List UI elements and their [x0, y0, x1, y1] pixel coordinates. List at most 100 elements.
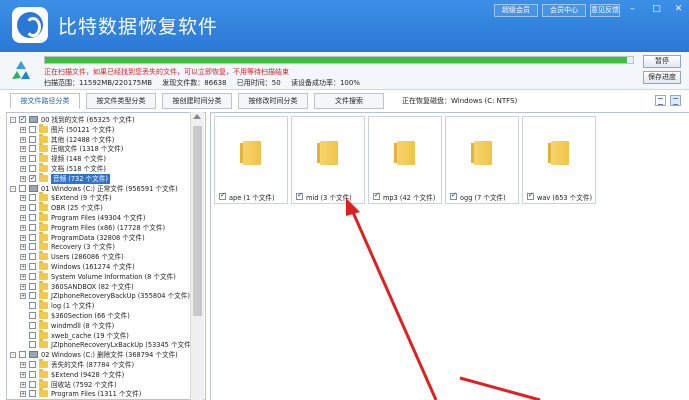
tab-by-path[interactable]: 按文件路径分类 — [10, 93, 80, 109]
tree-row[interactable]: + 视频 (148 个文件) — [7, 153, 195, 164]
tree-row[interactable]: JZIphoneRecoveryLxBackUp (53345 个文件) — [7, 339, 195, 350]
tree-checkbox[interactable] — [29, 155, 36, 163]
tree-checkbox[interactable] — [29, 390, 36, 398]
tree-row[interactable]: + 音频 (732 个文件) — [7, 172, 195, 184]
tree-row[interactable]: + $Extend (9 个文件) — [7, 192, 195, 203]
expand-icon[interactable]: + — [20, 371, 26, 378]
tree-row[interactable]: + Program Files (49304 个文件) — [7, 212, 195, 223]
tree-checkbox[interactable] — [29, 282, 36, 290]
tree-row[interactable]: + Recovery (3 个文件) — [7, 241, 195, 252]
tree-checkbox[interactable] — [29, 361, 36, 368]
collapse-icon[interactable]: - — [10, 352, 16, 359]
tree-checkbox[interactable] — [19, 351, 26, 359]
tree-checkbox[interactable] — [29, 214, 36, 221]
tree-checkbox[interactable] — [29, 165, 36, 172]
collapse-icon[interactable]: - — [10, 117, 16, 123]
tab-by-type[interactable]: 按文件类型分类 — [86, 93, 156, 109]
tree-checkbox[interactable] — [29, 272, 36, 280]
tree-checkbox[interactable] — [29, 292, 36, 300]
card-checkbox[interactable] — [373, 191, 380, 200]
tree-checkbox[interactable] — [29, 223, 36, 231]
expand-icon[interactable]: + — [20, 391, 26, 398]
grid-view-icon[interactable] — [670, 95, 681, 106]
tree-checkbox[interactable] — [29, 263, 36, 270]
member-center-button[interactable]: 会员中心 — [542, 4, 586, 17]
tree-row[interactable]: - 02 Windows (C:) 删除文件 (368794 个文件) — [7, 350, 195, 360]
card-checkbox[interactable] — [219, 191, 226, 200]
expand-icon[interactable]: + — [20, 293, 26, 300]
expand-icon[interactable]: + — [20, 254, 26, 261]
file-type-card[interactable]: mid (3 个文件) — [291, 116, 365, 204]
tree-row[interactable]: + Windows (161274 个文件) — [7, 261, 195, 272]
tree-checkbox[interactable] — [29, 341, 36, 349]
expand-icon[interactable]: + — [20, 264, 26, 270]
expand-icon[interactable]: + — [20, 224, 26, 231]
tree-row[interactable]: + $Extend (9428 个文件) — [7, 368, 195, 380]
file-type-card[interactable]: mp3 (42 个文件) — [368, 116, 442, 204]
tab-by-created[interactable]: 按创建时间分类 — [162, 93, 232, 109]
expand-icon[interactable]: + — [20, 273, 26, 280]
tree-checkbox[interactable] — [19, 184, 26, 192]
card-checkbox[interactable] — [296, 191, 303, 200]
tree-row[interactable]: + 压缩文件 (1318 个文件) — [7, 143, 195, 154]
maximize-icon[interactable]: □ — [650, 4, 663, 16]
expand-icon[interactable]: + — [20, 146, 26, 153]
tree-checkbox[interactable] — [29, 194, 36, 202]
expand-icon[interactable]: + — [20, 381, 26, 388]
tree-row[interactable]: + ProgramData (32808 个文件) — [7, 231, 195, 243]
expand-icon[interactable]: + — [20, 136, 26, 143]
tree-row[interactable]: - 00 找到的文件 (65325 个文件) — [7, 114, 195, 125]
tree-checkbox[interactable] — [29, 233, 36, 241]
tree-row[interactable]: + Program Files (1311 个文件) — [7, 388, 195, 399]
file-type-card[interactable]: ape (1 个文件) — [214, 116, 288, 204]
tree-row[interactable]: xweb_cache (19 个文件) — [7, 329, 195, 341]
tree-row[interactable]: windmdll (8 个文件) — [7, 319, 195, 331]
scroll-thumb[interactable] — [193, 126, 202, 316]
tree-row[interactable]: - 01 Windows (C:) 正常文件 (956591 个文件) — [7, 184, 195, 194]
tree-checkbox[interactable] — [29, 331, 36, 339]
expand-icon[interactable]: + — [20, 156, 26, 163]
tree-checkbox[interactable] — [29, 135, 36, 143]
tree-row[interactable]: $360Section (66 个文件) — [7, 310, 195, 321]
tree-checkbox[interactable] — [29, 380, 36, 388]
tree-row[interactable]: + Program Files (x86) (17728 个文件) — [7, 221, 195, 233]
tree-checkbox[interactable] — [29, 204, 36, 212]
tab-by-modified[interactable]: 按修改时间分类 — [238, 93, 308, 109]
card-checkbox[interactable] — [527, 191, 534, 200]
expand-icon[interactable]: + — [20, 205, 26, 212]
tree-scrollbar[interactable] — [190, 112, 204, 400]
feedback-button[interactable]: 意见反馈 — [590, 4, 620, 17]
scroll-up-icon[interactable] — [193, 114, 201, 119]
pause-button[interactable]: 暂停 — [643, 55, 681, 68]
tree-checkbox[interactable] — [29, 370, 36, 378]
save-progress-button[interactable]: 保存进度 — [643, 71, 681, 84]
tree-checkbox[interactable] — [29, 321, 36, 329]
tree-checkbox[interactable] — [29, 312, 36, 319]
tree-checkbox[interactable] — [29, 145, 36, 153]
expand-icon[interactable]: + — [20, 126, 26, 133]
collapse-icon[interactable]: - — [10, 185, 16, 192]
card-checkbox[interactable] — [450, 191, 457, 200]
file-type-card[interactable]: ogg (7 个文件) — [445, 116, 519, 204]
tree-row[interactable]: + System Volume Information (8 个文件) — [7, 270, 195, 282]
tree-checkbox[interactable] — [29, 302, 36, 310]
close-icon[interactable]: ✕ — [672, 4, 685, 16]
tree-row[interactable]: + JZIphoneRecoveryBackUp (355804 个文件) — [7, 290, 195, 301]
expand-icon[interactable]: + — [20, 362, 26, 368]
tree-row[interactable]: +360SANDBOX (82 个文件) — [7, 280, 195, 292]
expand-icon[interactable]: + — [20, 283, 26, 290]
super-member-button[interactable]: 超级会员 — [494, 4, 538, 17]
minimize-icon[interactable]: – — [626, 4, 639, 16]
tree-row[interactable]: + 其他 (12488 个文件) — [7, 133, 195, 145]
tree-checkbox[interactable] — [29, 173, 36, 183]
expand-icon[interactable]: + — [20, 215, 26, 221]
expand-icon[interactable]: + — [20, 195, 26, 202]
file-type-card[interactable]: wav (653 个文件) — [522, 116, 596, 204]
tree-checkbox[interactable] — [29, 125, 36, 133]
expand-icon[interactable]: + — [20, 166, 26, 172]
expand-icon[interactable]: + — [20, 175, 26, 182]
list-view-icon[interactable] — [655, 95, 666, 106]
tree-checkbox[interactable] — [29, 243, 36, 251]
tree-row[interactable]: log (1 个文件) — [7, 300, 195, 311]
tree-checkbox[interactable] — [19, 114, 26, 124]
